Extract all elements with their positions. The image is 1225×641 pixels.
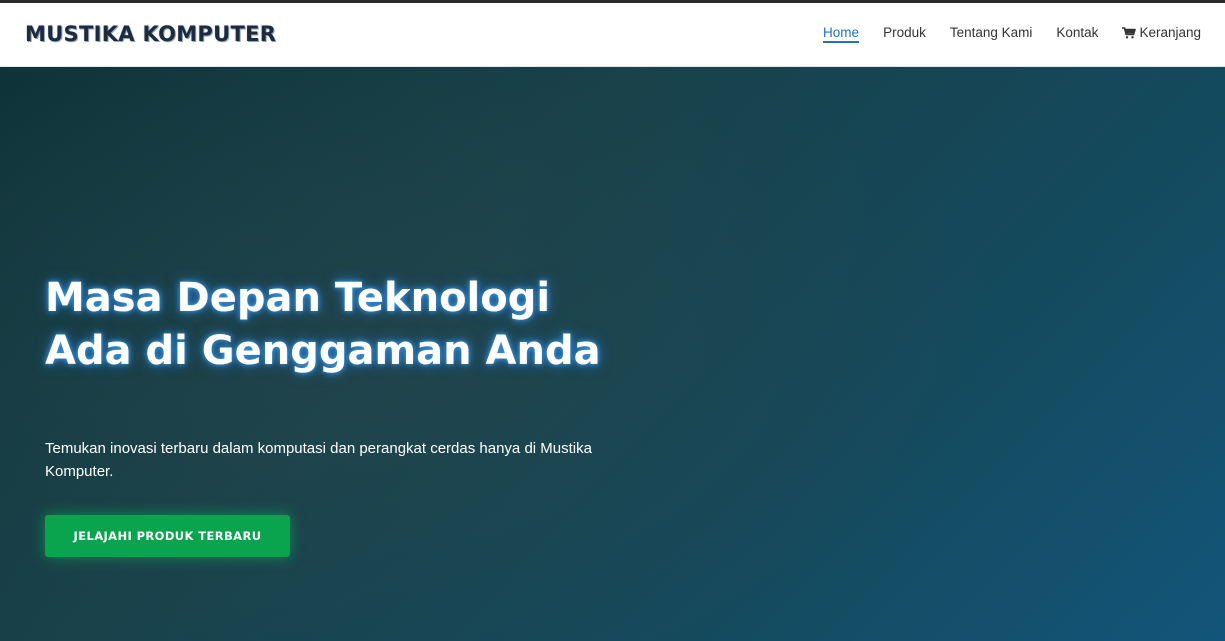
nav-link-tentang-kami[interactable]: Tentang Kami [950,25,1033,43]
nav-menu: Home Produk Tentang Kami Kontak Keranjan… [799,25,1201,43]
brand-logo[interactable]: MUSTIKA KOMPUTER [25,22,276,46]
cart-icon [1122,26,1137,38]
nav-link-produk[interactable]: Produk [883,25,926,43]
nav-link-home[interactable]: Home [823,25,860,43]
nav-link-keranjang[interactable]: Keranjang [1122,25,1201,43]
nav-link-kontak[interactable]: Kontak [1056,25,1098,43]
hero-title: Masa Depan Teknologi Ada di Genggaman An… [45,275,601,374]
navbar: MUSTIKA KOMPUTER Home Produk Tentang Kam… [0,3,1225,67]
nav-link-keranjang-label: Keranjang [1139,25,1201,40]
hero-subtitle: Temukan inovasi terbaru dalam komputasi … [45,440,592,480]
hero-section: Masa Depan Teknologi Ada di Genggaman An… [0,67,1225,641]
explore-products-button[interactable]: JELAJAHI PRODUK TERBARU [45,515,290,557]
